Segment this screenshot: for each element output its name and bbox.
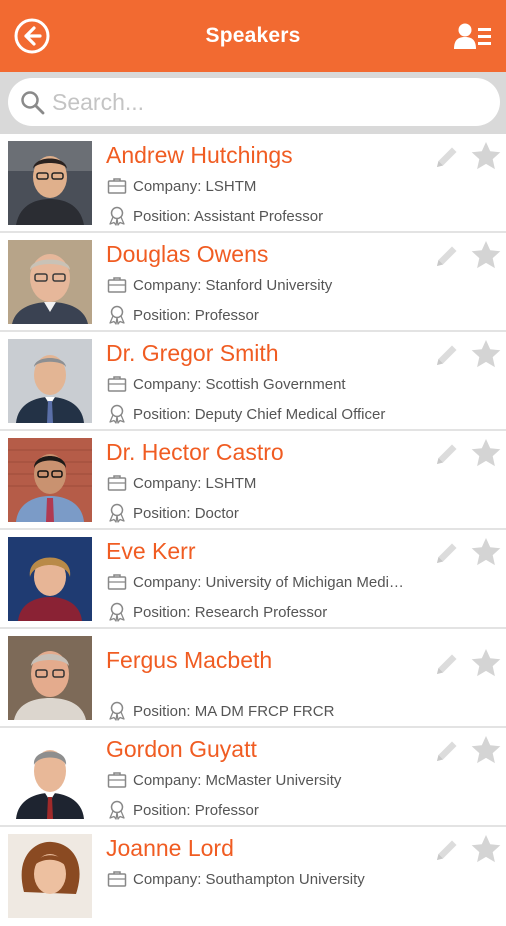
speaker-row[interactable]: Dr. Gregor Smith Company: Scottish Gover… <box>0 332 506 431</box>
favorite-star-icon[interactable] <box>470 734 502 766</box>
favorite-star-icon[interactable] <box>470 239 502 271</box>
award-ribbon-icon <box>109 305 125 325</box>
edit-pencil-icon[interactable] <box>434 540 460 566</box>
speaker-name: Fergus Macbeth <box>106 647 273 673</box>
speaker-row[interactable]: Eve Kerr Company: University of Michigan… <box>0 530 506 629</box>
search-box[interactable] <box>8 78 500 126</box>
contact-list-icon[interactable] <box>454 22 492 50</box>
speaker-position: Position: Doctor <box>107 503 239 523</box>
briefcase-icon <box>107 475 127 491</box>
edit-pencil-icon[interactable] <box>434 441 460 467</box>
speaker-position: Position: Professor <box>107 800 259 820</box>
page-title: Speakers <box>205 24 301 47</box>
speaker-position: Position: MA DM FRCP FRCR <box>107 701 334 721</box>
briefcase-icon <box>107 277 127 293</box>
speaker-photo <box>8 636 92 720</box>
speaker-company: Company: Stanford University <box>107 275 332 295</box>
speaker-company: Company: Scottish Government <box>107 374 346 394</box>
speaker-company-text: Company: Stanford University <box>133 276 333 294</box>
award-ribbon-icon <box>109 800 125 820</box>
edit-pencil-icon[interactable] <box>434 738 460 764</box>
award-ribbon-icon <box>109 701 125 721</box>
award-ribbon-icon <box>109 404 125 424</box>
speaker-position: Position: Deputy Chief Medical Officer <box>107 404 385 424</box>
speaker-position: Position: Assistant Professor <box>107 206 323 226</box>
speaker-company: Company: University of Michigan Medi… <box>107 572 404 592</box>
speaker-row[interactable]: Joanne Lord Company: Southampton Univers… <box>0 827 506 926</box>
speaker-name: Dr. Gregor Smith <box>106 340 279 366</box>
speaker-company-text: Company: Scottish Government <box>133 375 346 393</box>
speaker-photo <box>8 240 92 324</box>
edit-pencil-icon[interactable] <box>434 243 460 269</box>
speaker-position-text: Position: MA DM FRCP FRCR <box>133 702 335 720</box>
speaker-position: Position: Professor <box>107 305 259 325</box>
speaker-position-text: Position: Research Professor <box>133 603 328 621</box>
search-bar <box>0 72 506 134</box>
speaker-company-text: Company: Southampton University <box>133 870 365 888</box>
speaker-name: Dr. Hector Castro <box>106 439 284 465</box>
back-arrow-circle-icon[interactable] <box>13 17 51 55</box>
speaker-name: Andrew Hutchings <box>106 142 293 168</box>
speaker-photo <box>8 141 92 225</box>
speaker-photo <box>8 438 92 522</box>
speaker-company-text: Company: LSHTM <box>133 474 257 492</box>
favorite-star-icon[interactable] <box>470 833 502 865</box>
edit-pencil-icon[interactable] <box>434 144 460 170</box>
briefcase-icon <box>107 871 127 887</box>
speaker-company: Company: McMaster University <box>107 770 341 790</box>
speaker-row[interactable]: Fergus Macbeth Position: MA DM FRCP FRCR <box>0 629 506 728</box>
speaker-position-text: Position: Professor <box>133 306 259 324</box>
speaker-company: Company: LSHTM <box>107 473 256 493</box>
edit-pencil-icon[interactable] <box>434 342 460 368</box>
favorite-star-icon[interactable] <box>470 536 502 568</box>
speaker-name: Joanne Lord <box>106 835 234 861</box>
favorite-star-icon[interactable] <box>470 437 502 469</box>
app-header: Speakers <box>0 0 506 72</box>
speaker-photo <box>8 735 92 819</box>
speaker-company: Company: Southampton University <box>107 869 365 889</box>
speaker-company-text: Company: LSHTM <box>133 177 257 195</box>
favorite-star-icon[interactable] <box>470 338 502 370</box>
speaker-position-text: Position: Doctor <box>133 504 239 522</box>
search-input[interactable] <box>52 86 482 118</box>
speaker-photo <box>8 339 92 423</box>
speaker-name: Gordon Guyatt <box>106 736 257 762</box>
speaker-list: Andrew Hutchings Company: LSHTM Position… <box>0 134 506 926</box>
speaker-position-text: Position: Professor <box>133 801 259 819</box>
speaker-row[interactable]: Gordon Guyatt Company: McMaster Universi… <box>0 728 506 827</box>
speaker-company-text: Company: University of Michigan Medi… <box>133 573 404 591</box>
favorite-star-icon[interactable] <box>470 647 502 679</box>
award-ribbon-icon <box>109 503 125 523</box>
speaker-position-text: Position: Assistant Professor <box>133 207 324 225</box>
briefcase-icon <box>107 772 127 788</box>
speaker-position-text: Position: Deputy Chief Medical Officer <box>133 405 386 423</box>
speaker-company-text: Company: McMaster University <box>133 771 342 789</box>
speaker-name: Eve Kerr <box>106 538 196 564</box>
search-icon <box>21 91 45 115</box>
speaker-position: Position: Research Professor <box>107 602 327 622</box>
favorite-star-icon[interactable] <box>470 140 502 172</box>
briefcase-icon <box>107 574 127 590</box>
speaker-photo <box>8 834 92 918</box>
speaker-name: Douglas Owens <box>106 241 269 267</box>
award-ribbon-icon <box>109 602 125 622</box>
speaker-photo <box>8 537 92 621</box>
speaker-row[interactable]: Dr. Hector Castro Company: LSHTM Positio… <box>0 431 506 530</box>
edit-pencil-icon[interactable] <box>434 651 460 677</box>
briefcase-icon <box>107 376 127 392</box>
award-ribbon-icon <box>109 206 125 226</box>
edit-pencil-icon[interactable] <box>434 837 460 863</box>
speaker-row[interactable]: Douglas Owens Company: Stanford Universi… <box>0 233 506 332</box>
briefcase-icon <box>107 178 127 194</box>
speaker-company: Company: LSHTM <box>107 176 256 196</box>
speaker-row[interactable]: Andrew Hutchings Company: LSHTM Position… <box>0 134 506 233</box>
